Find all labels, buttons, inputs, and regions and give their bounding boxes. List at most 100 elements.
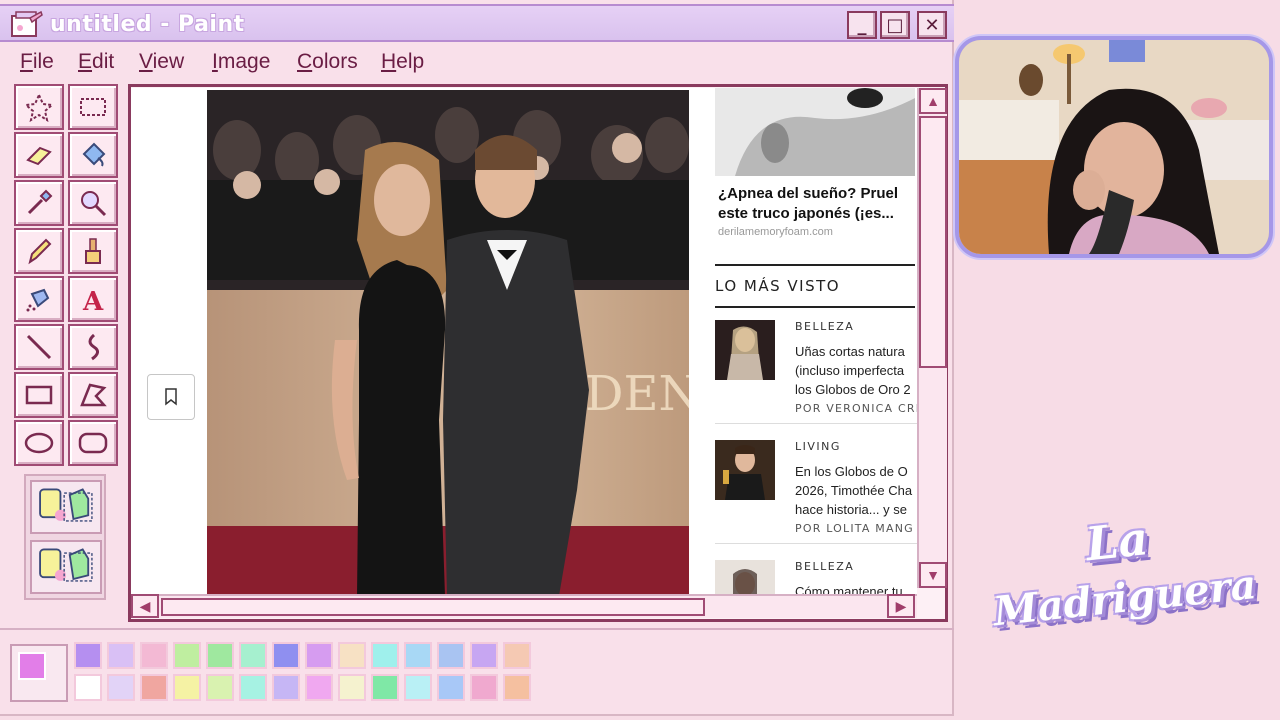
opaque-option[interactable] [30, 480, 102, 534]
ad-headline[interactable]: ¿Apnea del sueño? Pruel este truco japon… [718, 184, 917, 224]
color-swatch[interactable] [437, 674, 465, 701]
color-swatch[interactable] [338, 674, 366, 701]
window-title: untitled - Paint [50, 12, 245, 37]
color-swatch[interactable] [140, 674, 168, 701]
article-item[interactable]: BELLEZA Uñas cortas natura (incluso impe… [715, 310, 917, 424]
article-item[interactable]: BELLEZA Cómo mantener tu [715, 550, 917, 596]
bookmark-icon [165, 388, 177, 406]
color-swatch[interactable] [404, 674, 432, 701]
color-swatch[interactable] [239, 642, 267, 669]
color-swatch[interactable] [470, 674, 498, 701]
color-swatch[interactable] [206, 674, 234, 701]
menu-colors[interactable]: Colors [297, 50, 358, 74]
menu-bar: File Edit View Image Colors Help [0, 46, 954, 80]
transparent-option[interactable] [30, 540, 102, 594]
pencil-tool[interactable] [14, 228, 64, 274]
ad-image[interactable] [715, 88, 915, 176]
arrow-right-icon: ▶ [895, 597, 907, 614]
current-colors-indicator[interactable] [10, 644, 68, 702]
color-swatch[interactable] [305, 642, 333, 669]
ad-headline-line1[interactable]: ¿Apnea del sueño? Pruel [718, 184, 917, 204]
article-headline-line2[interactable]: (incluso imperfecta [795, 361, 917, 380]
ad-headline-line2[interactable]: este truco japonés (¡es... [718, 204, 917, 224]
eraser-icon [26, 146, 52, 166]
eraser-tool[interactable] [14, 132, 64, 178]
color-swatch[interactable] [338, 642, 366, 669]
fill-tool[interactable] [68, 132, 118, 178]
color-swatch[interactable] [503, 674, 531, 701]
rectangle-tool[interactable] [14, 372, 64, 418]
color-swatch[interactable] [305, 674, 333, 701]
color-swatch[interactable] [239, 674, 267, 701]
scroll-up-button[interactable]: ▲ [919, 88, 947, 114]
color-picker-tool[interactable] [14, 180, 64, 226]
canvas-image-webpage[interactable]: DEN ¿Apnea del sueño? Pruel este truco j… [131, 88, 917, 596]
vertical-scrollbar[interactable]: ▲ ▼ [917, 88, 947, 588]
text-tool[interactable]: A [68, 276, 118, 322]
article-headline-line1[interactable]: Uñas cortas natura [795, 342, 917, 361]
line-tool[interactable] [14, 324, 64, 370]
airbrush-tool[interactable] [14, 276, 64, 322]
article-headline-line3[interactable]: hace historia... y se [795, 500, 917, 519]
brush-tool[interactable] [68, 228, 118, 274]
article-headline-line3[interactable]: los Globos de Oro 2 [795, 380, 917, 399]
menu-help[interactable]: Help [381, 50, 424, 74]
color-swatch[interactable] [272, 674, 300, 701]
free-form-select-tool[interactable] [14, 84, 64, 130]
color-swatch[interactable] [173, 642, 201, 669]
article-headline-line1[interactable]: En los Globos de O [795, 462, 917, 481]
color-swatch[interactable] [503, 642, 531, 669]
curve-tool[interactable] [68, 324, 118, 370]
bookmark-button[interactable] [147, 374, 195, 420]
color-swatch[interactable] [371, 642, 399, 669]
article-headline-line2[interactable]: 2026, Timothée Cha [795, 481, 917, 500]
paint-app-icon [11, 10, 43, 37]
article-byline: POR VERONICA CRIS [795, 402, 917, 415]
foreground-color[interactable] [18, 652, 46, 680]
color-swatch[interactable] [74, 674, 102, 701]
title-bar[interactable]: untitled - Paint _ □ ✕ [0, 4, 954, 42]
rect-select-tool[interactable] [68, 84, 118, 130]
magnifier-tool[interactable] [68, 180, 118, 226]
scroll-left-button[interactable]: ◀ [131, 594, 159, 618]
color-swatch[interactable] [470, 642, 498, 669]
rounded-rectangle-tool[interactable] [68, 420, 118, 466]
color-swatch[interactable] [437, 642, 465, 669]
scroll-right-button[interactable]: ▶ [887, 594, 915, 618]
menu-edit[interactable]: Edit [78, 50, 114, 74]
vertical-scroll-thumb[interactable] [919, 116, 947, 368]
color-swatch[interactable] [404, 642, 432, 669]
color-swatch[interactable] [74, 642, 102, 669]
menu-file[interactable]: File [20, 50, 54, 74]
color-swatch[interactable] [107, 642, 135, 669]
color-swatch[interactable] [371, 674, 399, 701]
color-swatch[interactable] [173, 674, 201, 701]
horizontal-scrollbar[interactable]: ◀ ▶ [131, 594, 917, 618]
horizontal-scroll-thumb[interactable] [161, 598, 705, 616]
toolbox: A [14, 84, 120, 468]
color-swatch[interactable] [206, 642, 234, 669]
minimize-button[interactable]: _ [847, 11, 877, 39]
article-category: LIVING [795, 440, 841, 453]
color-swatch[interactable] [272, 642, 300, 669]
color-swatch[interactable] [140, 642, 168, 669]
brush-icon [85, 238, 101, 264]
ellipse-tool[interactable] [14, 420, 64, 466]
article-headline[interactable]: Uñas cortas natura (incluso imperfecta l… [795, 342, 917, 399]
shapes-transparent-icon [39, 548, 93, 582]
close-button[interactable]: ✕ [917, 11, 947, 39]
menu-view[interactable]: View [139, 50, 184, 74]
line-icon [26, 334, 52, 360]
article-thumbnail[interactable] [715, 560, 775, 596]
polygon-tool[interactable] [68, 372, 118, 418]
scroll-down-button[interactable]: ▼ [919, 562, 947, 588]
maximize-button[interactable]: □ [880, 11, 910, 39]
article-thumbnail[interactable] [715, 320, 775, 380]
couple-photo: DEN [207, 90, 689, 596]
article-item[interactable]: LIVING En los Globos de O 2026, Timothée… [715, 430, 917, 544]
menu-image[interactable]: Image [212, 50, 270, 74]
color-swatch[interactable] [107, 674, 135, 701]
curve-icon [88, 333, 99, 361]
article-thumbnail[interactable] [715, 440, 775, 500]
article-headline[interactable]: En los Globos de O 2026, Timothée Cha ha… [795, 462, 917, 519]
